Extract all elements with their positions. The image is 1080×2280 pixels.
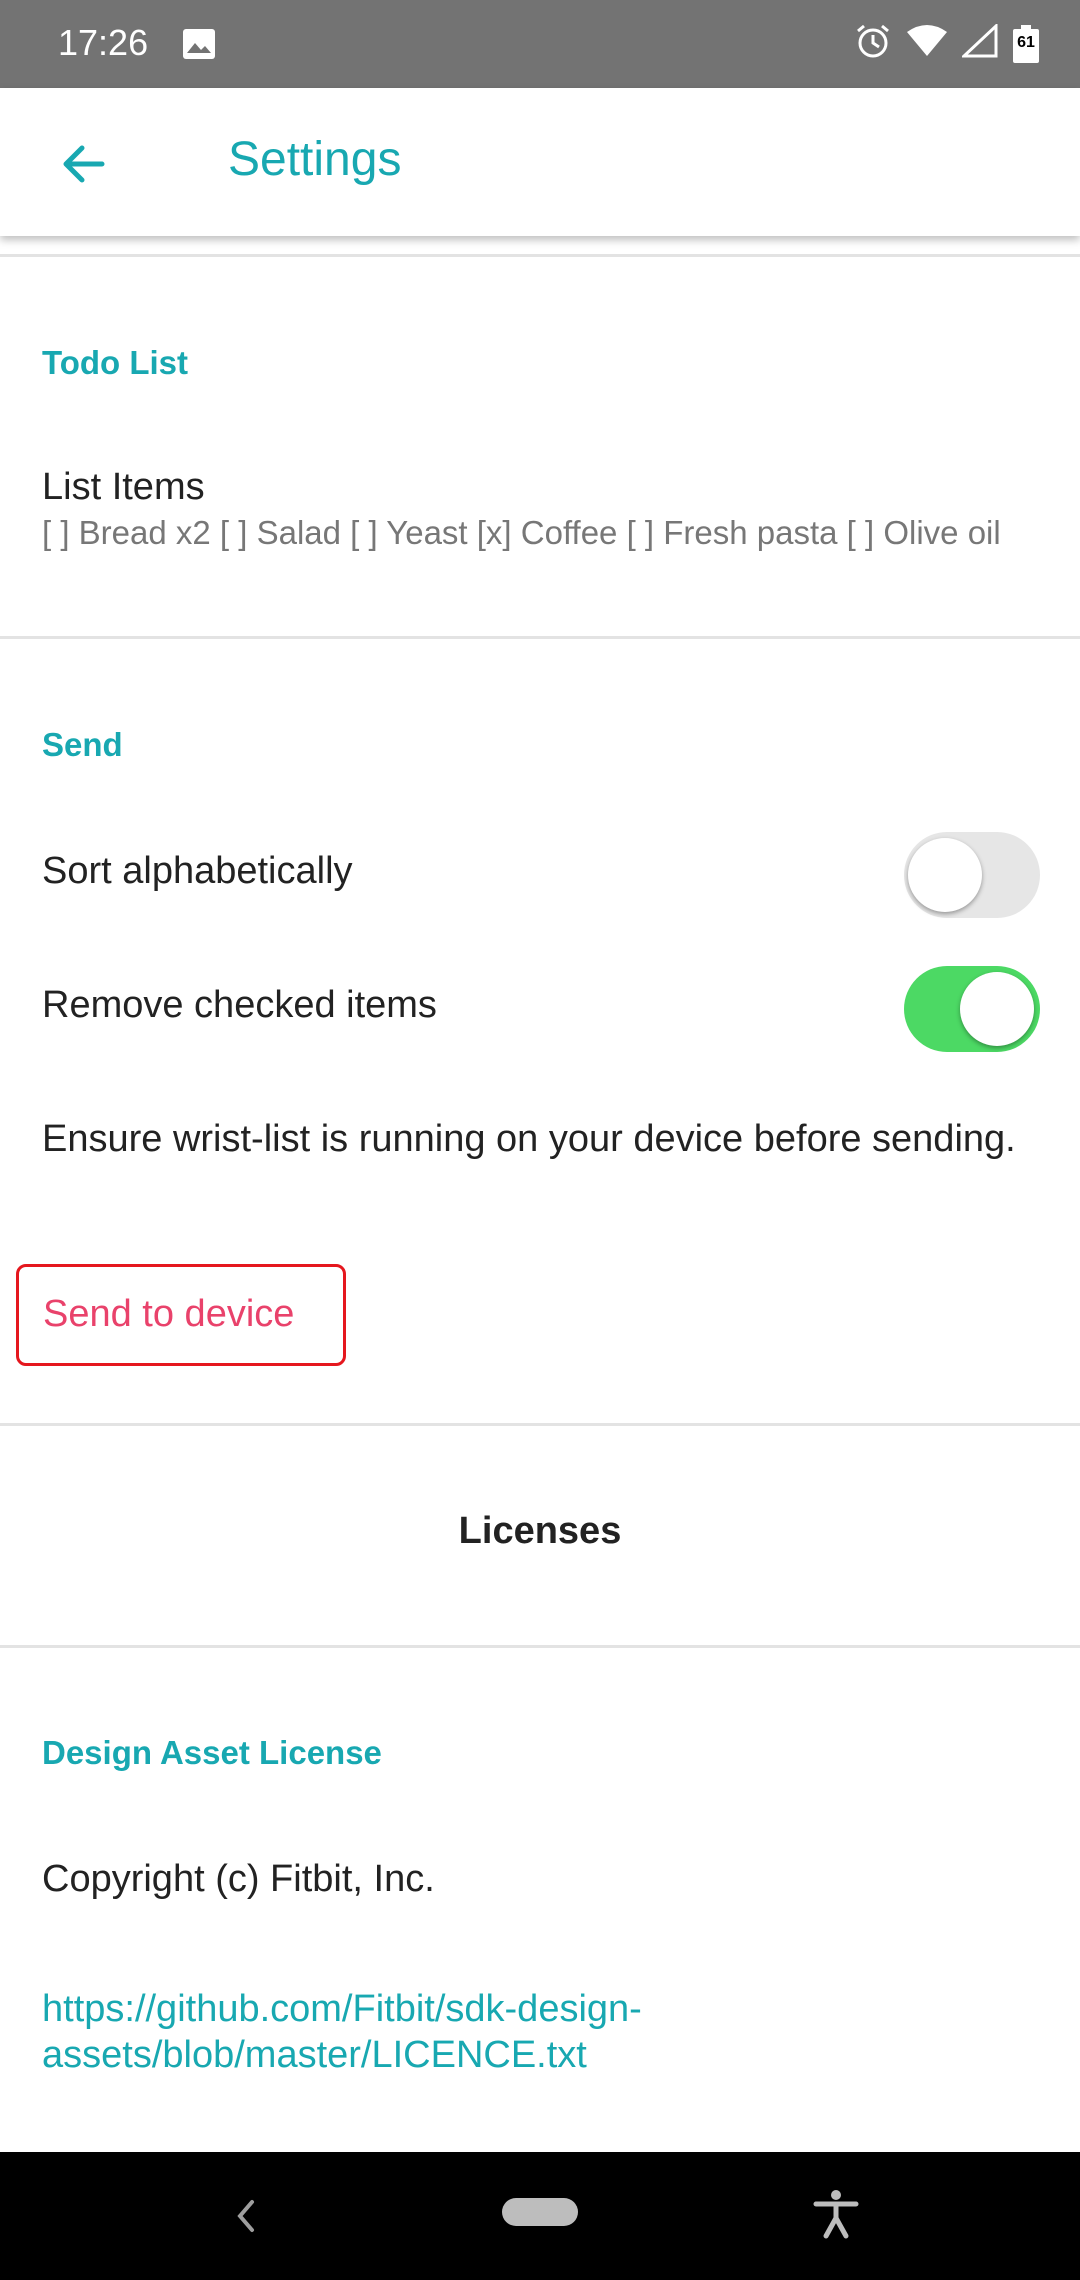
send-section-header: Send	[42, 726, 123, 763]
image-notification-icon	[182, 28, 216, 65]
divider	[0, 636, 1080, 639]
status-time: 17:26	[58, 22, 149, 63]
divider	[0, 1423, 1080, 1426]
sort-alphabetically-label: Sort alphabetically	[42, 850, 353, 892]
back-arrow-icon[interactable]	[56, 136, 112, 192]
battery-level: 61	[1017, 33, 1035, 51]
todo-section-header: Todo List	[42, 344, 189, 381]
licenses-title: Licenses	[458, 1510, 622, 1552]
send-to-device-label: Send to device	[43, 1293, 295, 1335]
toggle-knob	[908, 838, 982, 912]
design-asset-license-header: Design Asset License	[42, 1734, 382, 1771]
list-items-setting[interactable]: List Items [ ] Bread x2 [ ] Salad [ ] Ye…	[0, 440, 1080, 590]
page-title: Settings	[228, 133, 402, 186]
send-note: Ensure wrist-list is running on your dev…	[42, 1118, 1016, 1160]
remove-checked-toggle[interactable]	[904, 966, 1040, 1052]
send-to-device-button[interactable]: Send to device	[16, 1264, 346, 1366]
list-items-value: [ ] Bread x2 [ ] Salad [ ] Yeast [x] Cof…	[42, 514, 1001, 551]
license-link[interactable]: https://github.com/Fitbit/sdk-design-ass…	[42, 1986, 1022, 2078]
navigation-bar	[0, 2152, 1080, 2280]
accessibility-icon[interactable]	[812, 2188, 860, 2245]
copyright-text: Copyright (c) Fitbit, Inc.	[42, 1858, 435, 1900]
cell-signal-icon	[960, 22, 998, 63]
wifi-icon	[906, 24, 948, 63]
toggle-knob	[960, 972, 1034, 1046]
sort-alphabetically-toggle[interactable]	[904, 832, 1040, 918]
alarm-icon	[854, 22, 892, 65]
home-pill-button[interactable]	[502, 2198, 578, 2226]
battery-icon: 61	[1012, 24, 1040, 64]
list-items-title: List Items	[42, 466, 205, 508]
nav-back-icon[interactable]	[230, 2196, 260, 2241]
remove-checked-label: Remove checked items	[42, 984, 437, 1026]
divider	[0, 1645, 1080, 1648]
app-bar: Settings	[0, 88, 1080, 236]
divider	[0, 254, 1080, 257]
status-bar: 17:26 61	[0, 0, 1080, 88]
